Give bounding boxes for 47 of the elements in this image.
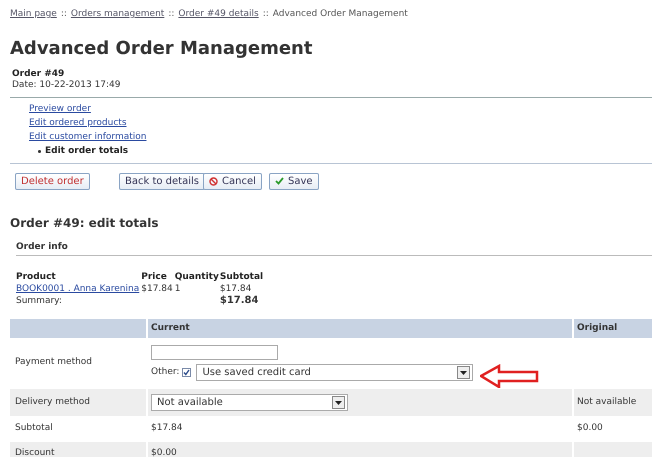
other-checkbox[interactable] [182, 368, 192, 377]
checkmark-icon [275, 177, 284, 185]
row-label: Delivery method [10, 388, 147, 416]
product-link[interactable]: BOOK0001 . Anna Karenina [16, 283, 142, 295]
breadcrumb-separator: :: [168, 8, 174, 21]
order-info-title: Order info [16, 240, 652, 256]
dropdown-caret-icon [332, 396, 345, 409]
table-cell: $0.00 [147, 441, 573, 457]
cancel-icon [209, 176, 218, 186]
column-header: Product [16, 271, 57, 283]
table-cell: Not available [573, 388, 652, 416]
nav-link[interactable]: Edit ordered products [29, 118, 127, 128]
bullet-icon [38, 150, 41, 152]
nav-item[interactable]: Edit order totals [45, 146, 128, 156]
breadcrumb-separator: :: [60, 8, 67, 21]
order-date: Date: 10-22-2013 17:49 [12, 80, 122, 90]
text-input-field[interactable] [151, 345, 278, 360]
page-title: Advanced Order Management [10, 38, 314, 60]
arrow-icon [480, 364, 539, 388]
price-cell-text: $17.84 [141, 283, 174, 295]
row-label: Discount [10, 441, 147, 457]
action-button[interactable]: Delete order [15, 172, 90, 190]
nav-link[interactable]: Preview order [29, 104, 91, 114]
column-header: Subtotal [220, 271, 264, 283]
dropdown-select[interactable]: Not available [151, 394, 348, 411]
column-header: Original [573, 319, 652, 338]
column-header: Quantity [174, 271, 220, 283]
breadcrumb-separator: :: [262, 8, 269, 21]
section-title: Order #49: edit totals [10, 214, 160, 232]
dropdown-caret-icon [457, 366, 470, 379]
order-number: Order #49 [12, 68, 66, 80]
breadcrumb-current: Advanced Order Management [272, 8, 408, 21]
breadcrumb-link[interactable]: Order #49 details [178, 8, 259, 22]
dropdown-select[interactable]: Use saved credit card [196, 364, 474, 381]
quantity-cell-text: 1 [174, 283, 182, 295]
breadcrumb-link[interactable]: Orders management [70, 8, 164, 22]
subtotal-cell-text: $17.84 [220, 283, 252, 295]
action-button[interactable]: Cancel [203, 172, 262, 190]
summary-label: Summary: [16, 295, 63, 307]
column-header: Price [141, 271, 175, 283]
nav-link[interactable]: Edit customer information [29, 132, 146, 142]
summary-value: $17.84 [220, 295, 260, 307]
breadcrumb-link[interactable]: Main page [10, 8, 57, 22]
column-header: Current [147, 319, 573, 338]
action-button[interactable]: Back to details [119, 172, 205, 190]
other-label: Other: [151, 366, 180, 379]
action-button[interactable]: Save [269, 172, 319, 190]
